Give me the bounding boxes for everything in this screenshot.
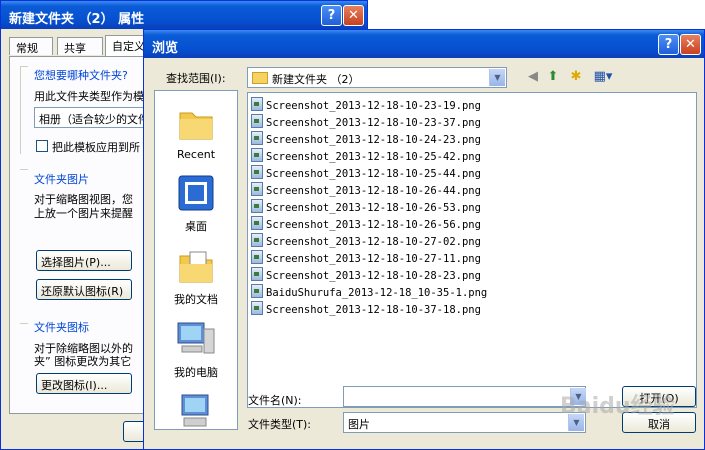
list-item[interactable]: Screenshot_2013-12-18-10-27-02.png: [251, 233, 481, 250]
png-file-icon: [251, 284, 263, 298]
close-button[interactable]: ✕: [343, 5, 364, 26]
group-folder-icon-header: 文件夹图标: [34, 321, 89, 334]
desktop-icon: [178, 175, 214, 211]
folder-picture-text-2: 上放一个图片来提醒: [34, 207, 133, 220]
recent-folder-icon: [179, 112, 213, 140]
group-folder-picture-header: 文件夹图片: [34, 173, 89, 186]
list-item[interactable]: Screenshot_2013-12-18-10-25-44.png: [251, 165, 481, 182]
file-list[interactable]: Screenshot_2013-12-18-10-23-19.png Scree…: [247, 92, 697, 408]
browse-close-button[interactable]: ✕: [680, 34, 701, 55]
apply-template-checkbox[interactable]: [36, 140, 48, 152]
filetype-label: 文件类型(T):: [248, 418, 312, 431]
places-bar: Recent 桌面 我的文档 我的电脑: [154, 90, 238, 430]
back-icon[interactable]: ◀: [524, 68, 542, 86]
list-item[interactable]: Screenshot_2013-12-18-10-28-23.png: [251, 267, 481, 284]
folder-type-text: 用此文件夹类型作为模: [34, 90, 144, 103]
png-file-icon: [251, 267, 263, 281]
browse-title: 浏览: [152, 41, 179, 56]
place-recent[interactable]: Recent: [155, 103, 237, 161]
network-icon: [181, 394, 209, 427]
my-computer-icon: [177, 322, 215, 354]
browse-help-button[interactable]: ?: [658, 34, 679, 55]
group-folder-type-header: 您想要哪种文件夹?: [34, 69, 128, 82]
restore-default-button[interactable]: 还原默认图标(R): [36, 279, 132, 300]
png-file-icon: [251, 148, 263, 162]
png-file-icon: [251, 165, 263, 179]
png-file-icon: [251, 182, 263, 196]
png-file-icon: [251, 233, 263, 247]
tab-general[interactable]: 常规: [9, 37, 53, 55]
place-my-documents[interactable]: 我的文档: [155, 246, 237, 307]
new-folder-icon[interactable]: ✱: [567, 68, 585, 86]
folder-icon: [252, 72, 268, 84]
choose-picture-button[interactable]: 选择图片(P)...: [36, 250, 132, 271]
png-file-icon: [251, 97, 263, 111]
place-my-computer[interactable]: 我的电脑: [155, 319, 237, 380]
png-file-icon: [251, 301, 263, 315]
filetype-dropdown[interactable]: 图片 ▼: [343, 412, 586, 433]
folder-icon-text-2: 夹” 图标更改为其它: [34, 355, 132, 368]
look-in-dropdown[interactable]: 新建文件夹 （2） ▼: [247, 67, 507, 88]
browse-dialog: 浏览 ? ✕ 查找范围(I): 新建文件夹 （2） ▼ ◀ ⬆ ✱ ▦▾ Rec…: [143, 29, 705, 450]
filename-input[interactable]: [343, 386, 586, 407]
list-item[interactable]: Screenshot_2013-12-18-10-26-56.png: [251, 216, 481, 233]
apply-template-label: 把此模板应用到所: [52, 141, 140, 154]
place-desktop[interactable]: 桌面: [155, 173, 237, 234]
list-item[interactable]: Screenshot_2013-12-18-10-27-11.png: [251, 250, 481, 267]
my-documents-icon: [179, 251, 213, 283]
list-item[interactable]: Screenshot_2013-12-18-10-25-42.png: [251, 148, 481, 165]
list-item[interactable]: BaiduShurufa_2013-12-18_10-35-1.png: [251, 284, 487, 301]
change-icon-button[interactable]: 更改图标(I)...: [36, 373, 132, 394]
png-file-icon: [251, 250, 263, 264]
place-network[interactable]: [155, 391, 237, 429]
png-file-icon: [251, 199, 263, 213]
help-button[interactable]: ?: [321, 5, 342, 26]
list-item[interactable]: Screenshot_2013-12-18-10-26-44.png: [251, 182, 481, 199]
chevron-down-icon[interactable]: ▼: [489, 69, 505, 86]
view-menu-icon[interactable]: ▦▾: [590, 68, 616, 86]
png-file-icon: [251, 216, 263, 230]
properties-title: 新建文件夹 （2） 属性: [9, 12, 145, 27]
png-file-icon: [251, 114, 263, 128]
browse-title-bar[interactable]: 浏览 ? ✕: [144, 30, 704, 58]
up-folder-icon[interactable]: ⬆: [544, 68, 562, 86]
properties-title-bar[interactable]: 新建文件夹 （2） 属性 ? ✕: [1, 1, 367, 29]
filename-label: 文件名(N):: [248, 394, 302, 407]
png-file-icon: [251, 131, 263, 145]
list-item[interactable]: Screenshot_2013-12-18-10-37-18.png: [251, 301, 481, 318]
baidu-watermark: Baidu经验: [560, 394, 675, 419]
list-item[interactable]: Screenshot_2013-12-18-10-24-23.png: [251, 131, 481, 148]
template-dropdown[interactable]: 相册（适合较少的文件: [34, 107, 154, 128]
tab-sharing[interactable]: 共享: [57, 37, 103, 55]
list-item[interactable]: Screenshot_2013-12-18-10-23-19.png: [251, 97, 481, 114]
list-item[interactable]: Screenshot_2013-12-18-10-26-53.png: [251, 199, 481, 216]
list-item[interactable]: Screenshot_2013-12-18-10-23-37.png: [251, 114, 481, 131]
look-in-label: 查找范围(I):: [166, 72, 226, 85]
